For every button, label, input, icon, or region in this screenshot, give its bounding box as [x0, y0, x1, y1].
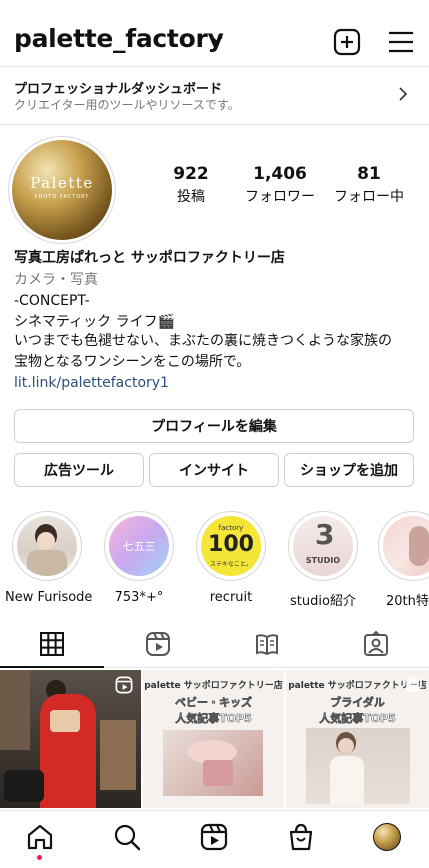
edit-profile-button[interactable]: プロフィールを編集 [14, 409, 414, 443]
guides-icon[interactable] [254, 631, 280, 657]
post-thumbnail[interactable] [0, 670, 141, 808]
dashboard-title: プロフェッショナルダッシュボード [14, 82, 223, 97]
stat-value: 81 [357, 164, 381, 184]
stat-value: 922 [173, 164, 209, 184]
post-title: ブライダル [330, 696, 385, 710]
highlight-photo: factory 100 ステキなこと。 [201, 516, 261, 576]
bio-line: シネマティック ライフ🎬 [14, 314, 176, 330]
new-post-icon[interactable] [333, 28, 361, 56]
avatar[interactable]: Palette PHOTO FACTORY [12, 140, 112, 240]
highlight-label: studio紹介 [290, 594, 356, 609]
post-subtitle: 人気記事TOP5 [175, 712, 252, 726]
stat-posts[interactable]: 922 投稿 [141, 164, 241, 206]
stat-label: フォロワー [245, 189, 315, 205]
highlight-ring: factory 100 ステキなこと。 [196, 511, 266, 581]
bio-line: 宝物となるワンシーンをこの場所で。 [14, 354, 251, 370]
post-title: ベビー・キッズ [175, 696, 253, 710]
highlight-label: 20th特 [386, 594, 429, 609]
highlight-label: 753*+° [114, 590, 164, 605]
highlight-item[interactable]: 20th特 [372, 511, 429, 609]
highlight-inner-text: 七五三 [122, 540, 156, 553]
stat-followers[interactable]: 1,406 フォロワー [230, 164, 330, 206]
stat-value: 1,406 [253, 164, 307, 184]
highlight-inner-text: factory [218, 524, 244, 532]
tagged-icon[interactable] [363, 631, 389, 657]
post-brand: palette サッポロファクトリー店 [144, 681, 283, 691]
chevron-right-icon [399, 87, 408, 101]
reels-nav-icon[interactable] [200, 823, 228, 851]
post-thumbnail[interactable]: palette サッポロファクトリー店 ブライダル 人気記事TOP5 [286, 670, 429, 808]
insights-button[interactable]: インサイト [149, 453, 279, 487]
carousel-icon [406, 676, 422, 692]
avatar-brand-sub: PHOTO FACTORY [34, 194, 90, 200]
bio-link[interactable]: lit.link/palettefactory1 [14, 373, 169, 393]
highlight-label: recruit [209, 590, 253, 605]
highlight-inner-text: ステキなこと。 [209, 561, 252, 568]
highlight-item[interactable]: 七五三 753*+° [97, 511, 181, 605]
shop-icon[interactable] [287, 823, 315, 851]
menu-icon[interactable] [387, 28, 415, 56]
avatar-brand: Palette [30, 174, 94, 192]
notification-dot [37, 855, 42, 860]
divider [0, 810, 429, 811]
highlight-inner-text: STUDIO [305, 556, 341, 565]
highlight-ring: 3 STUDIO [288, 511, 358, 581]
highlight-item[interactable]: 3 STUDIO studio紹介 [281, 511, 365, 609]
profile-avatar-nav[interactable] [373, 823, 401, 851]
post-thumbnail[interactable]: palette サッポロファクトリー店 ベビー・キッズ 人気記事TOP5 [143, 670, 284, 808]
highlight-item[interactable]: New Furisode [5, 511, 93, 605]
active-tab-indicator [0, 666, 104, 668]
divider [0, 124, 429, 125]
grid-icon[interactable] [39, 631, 65, 657]
highlight-ring: 七五三 [104, 511, 174, 581]
reels-icon[interactable] [145, 631, 171, 657]
highlight-label: New Furisode [5, 590, 93, 605]
stat-label: フォロー中 [334, 189, 404, 205]
highlight-photo: 七五三 [109, 516, 169, 576]
profile-name: 写真工房ぱれっと サッポロファクトリー店 [14, 250, 285, 266]
stat-following[interactable]: 81 フォロー中 [319, 164, 419, 206]
search-icon[interactable] [113, 823, 141, 851]
ad-tools-button[interactable]: 広告ツール [14, 453, 144, 487]
dashboard-subtitle: クリエイター用のツールやリソースです。 [14, 98, 240, 112]
bio-line: -CONCEPT- [14, 293, 90, 309]
highlight-ring [378, 511, 429, 581]
reel-icon [115, 676, 133, 694]
username[interactable]: palette_factory [14, 24, 224, 53]
highlight-photo [383, 516, 429, 576]
highlight-photo: 3 STUDIO [293, 516, 353, 576]
stat-label: 投稿 [177, 189, 205, 205]
chevron-down-icon[interactable] [210, 33, 224, 47]
highlight-photo [17, 516, 77, 576]
highlight-ring [12, 511, 82, 581]
home-icon[interactable] [26, 823, 54, 851]
bio-line: いつまでも色褪せない、まぶたの裏に焼きつくような家族の [14, 333, 392, 349]
highlight-inner-number: 100 [208, 532, 254, 557]
profile-category: カメラ・写真 [14, 272, 98, 288]
post-subtitle: 人気記事TOP5 [319, 712, 396, 726]
add-shop-button[interactable]: ショップを追加 [284, 453, 414, 487]
highlight-item[interactable]: factory 100 ステキなこと。 recruit [189, 511, 273, 605]
